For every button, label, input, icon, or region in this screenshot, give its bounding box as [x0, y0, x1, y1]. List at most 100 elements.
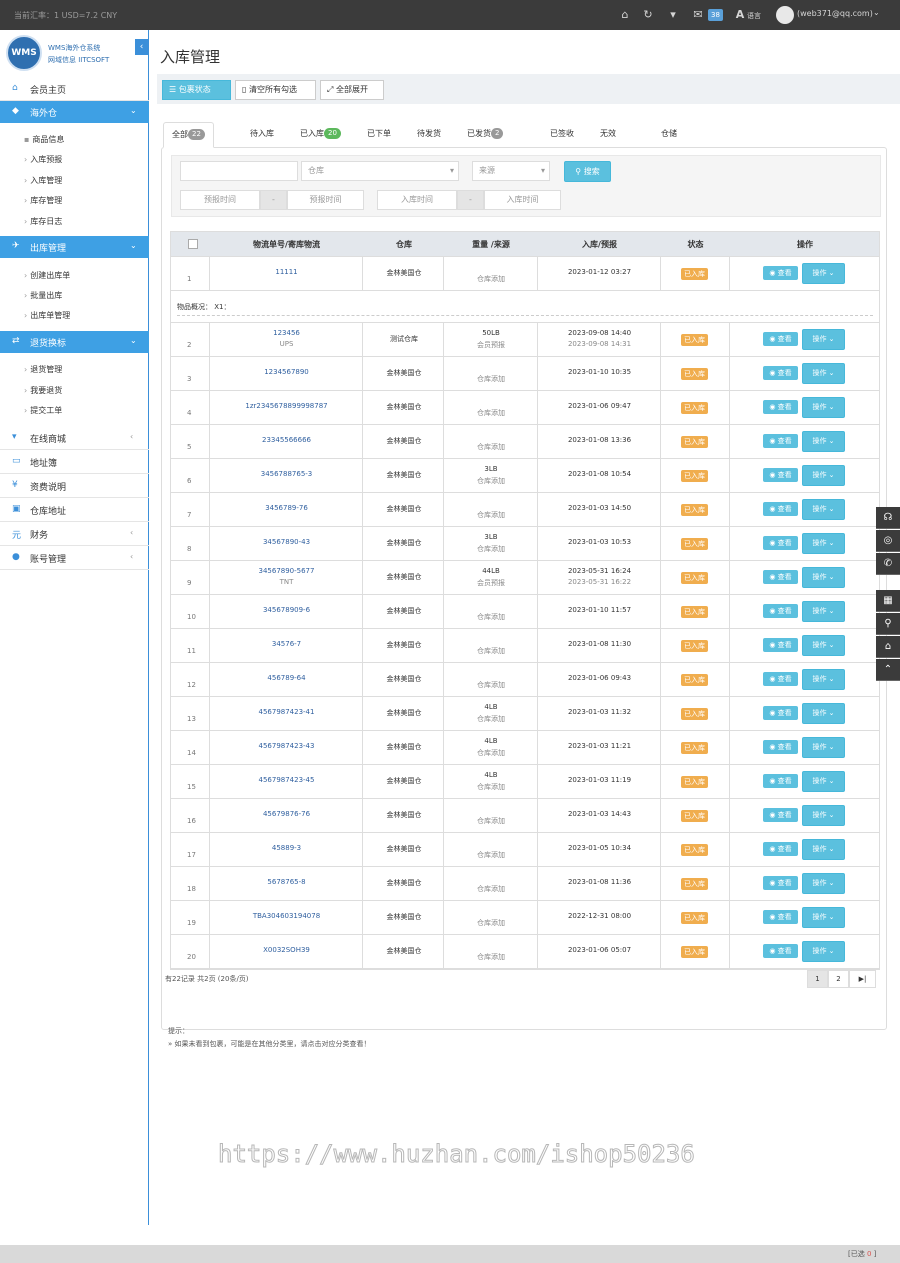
inbound-start-input[interactable]: 入库时间	[377, 190, 457, 210]
tracking-number-link[interactable]: 34567890-5677	[210, 567, 363, 575]
customer-service-icon[interactable]: ☊	[876, 507, 900, 529]
operation-dropdown-button[interactable]: 操作 ⌄	[802, 941, 845, 962]
inbound-end-input[interactable]: 入库时间	[484, 190, 561, 210]
tracking-number-link[interactable]: 3456788765-3	[210, 470, 363, 478]
operation-dropdown-button[interactable]: 操作 ⌄	[802, 907, 845, 928]
sidebar-item-stock-log[interactable]: › 库存日志	[24, 216, 62, 227]
view-button[interactable]: ◉ 查看	[763, 808, 798, 822]
view-button[interactable]: ◉ 查看	[763, 774, 798, 788]
tab-in-stock[interactable]: 已入库 20	[300, 128, 341, 139]
sidebar-section-overseas[interactable]: ◆ 海外仓 ⌄	[0, 101, 149, 123]
operation-dropdown-button[interactable]: 操作 ⌄	[802, 533, 845, 554]
view-button[interactable]: ◉ 查看	[763, 366, 798, 380]
table-row[interactable]: 13 4567987423-41 金林美国仓 4LB 仓库添加 2023-01-03 11…	[171, 697, 879, 731]
table-row[interactable]: 1 11111 金林美国仓 仓库添加 2023-01-12 03:27 已入库 ◉ 查看 操作…	[171, 257, 879, 291]
forecast-end-input[interactable]: 预报时间	[287, 190, 364, 210]
view-button[interactable]: ◉ 查看	[763, 740, 798, 754]
tab-shipped[interactable]: 已发货 2	[467, 128, 504, 139]
tracking-number-link[interactable]: 4567987423-45	[210, 776, 363, 784]
sidebar-item-online-mall[interactable]: ▾ 在线商城 ‹	[0, 426, 149, 450]
view-button[interactable]: ◉ 查看	[763, 266, 798, 280]
table-row[interactable]: 7 3456789-76 金林美国仓 仓库添加 2023-01-03 14:50 已入库 ◉…	[171, 493, 879, 527]
table-row[interactable]: 12 456789-64 金林美国仓 仓库添加 2023-01-06 09:43 已入库 ◉…	[171, 663, 879, 697]
sidebar-item-submit-ticket[interactable]: › 提交工单	[24, 405, 62, 416]
operation-dropdown-button[interactable]: 操作 ⌄	[802, 771, 845, 792]
sidebar-item-warehouse-address[interactable]: ▣ 仓库地址	[0, 498, 149, 522]
tab-pending-ship[interactable]: 待发货	[417, 128, 441, 139]
tracking-number-link[interactable]: 34567890-43	[210, 538, 363, 546]
tracking-number-link[interactable]: 5678765-8	[210, 878, 363, 886]
operation-dropdown-button[interactable]: 操作 ⌄	[802, 805, 845, 826]
expand-all-button[interactable]: ⤢ 全部展开	[320, 80, 384, 100]
tracking-number-link[interactable]: 4567987423-41	[210, 708, 363, 716]
tab-all[interactable]: 全部 22	[163, 122, 214, 148]
sidebar-item-stock-management[interactable]: › 库存管理	[24, 195, 62, 206]
select-all-checkbox[interactable]	[188, 239, 198, 249]
table-row[interactable]: 5 23345566666 金林美国仓 仓库添加 2023-01-08 13:36 已入库…	[171, 425, 879, 459]
table-row[interactable]: 9 34567890-5677 TNT 金林美国仓 44LB 会员预报 2023-05-31…	[171, 561, 879, 595]
warehouse-select[interactable]: 仓库 ▾	[301, 161, 459, 181]
operation-dropdown-button[interactable]: 操作 ⌄	[802, 431, 845, 452]
view-button[interactable]: ◉ 查看	[763, 434, 798, 448]
operation-dropdown-button[interactable]: 操作 ⌄	[802, 363, 845, 384]
view-button[interactable]: ◉ 查看	[763, 638, 798, 652]
source-select[interactable]: 来源 ▾	[472, 161, 550, 181]
language-label[interactable]: 语言	[747, 11, 761, 21]
tracking-number-link[interactable]: 23345566666	[210, 436, 363, 444]
sidebar-item-request-return[interactable]: › 我要退货	[24, 385, 62, 396]
table-row[interactable]: 18 5678765-8 金林美国仓 仓库添加 2023-01-08 11:36 已入库 ◉…	[171, 867, 879, 901]
view-button[interactable]: ◉ 查看	[763, 468, 798, 482]
view-button[interactable]: ◉ 查看	[763, 672, 798, 686]
cart-icon[interactable]: ▾	[666, 8, 680, 22]
sidebar-item-member-home[interactable]: ⌂ 会员主页	[0, 77, 149, 101]
view-button[interactable]: ◉ 查看	[763, 570, 798, 584]
sidebar-item-goods-info[interactable]: ▪ 商品信息	[24, 134, 64, 145]
tracking-number-link[interactable]: 1234567890	[210, 368, 363, 376]
tracking-number-link[interactable]: 456789-64	[210, 674, 363, 682]
forecast-start-input[interactable]: 预报时间	[180, 190, 260, 210]
table-row[interactable]: 19 TBA304603194078 金林美国仓 仓库添加 2022-12-31 08:…	[171, 901, 879, 935]
language-icon[interactable]: A	[733, 8, 747, 22]
operation-dropdown-button[interactable]: 操作 ⌄	[802, 263, 845, 284]
operation-dropdown-button[interactable]: 操作 ⌄	[802, 703, 845, 724]
tab-signed[interactable]: 已签收	[550, 128, 574, 139]
view-button[interactable]: ◉ 查看	[763, 604, 798, 618]
sidebar-item-inbound-forecast[interactable]: › 入库预报	[24, 154, 62, 165]
refresh-icon[interactable]: ↻	[641, 8, 655, 22]
view-button[interactable]: ◉ 查看	[763, 842, 798, 856]
phone-icon[interactable]: ✆	[876, 553, 900, 575]
calculator-icon[interactable]: ▦	[876, 590, 900, 612]
tracking-number-link[interactable]: 34576-7	[210, 640, 363, 648]
table-row[interactable]: 6 3456788765-3 金林美国仓 3LB 仓库添加 2023-01-08 10:5…	[171, 459, 879, 493]
operation-dropdown-button[interactable]: 操作 ⌄	[802, 737, 845, 758]
table-row[interactable]: 2 123456 UPS 测试仓库 50LB 会员预报 2023-09-08 14:40 20…	[171, 323, 879, 357]
table-row[interactable]: 20 X0032SOH39 金林美国仓 仓库添加 2023-01-06 05:07 已入库…	[171, 935, 879, 969]
tracking-number-link[interactable]: 45889-3	[210, 844, 363, 852]
home-icon[interactable]: ⌂	[618, 8, 632, 22]
operation-dropdown-button[interactable]: 操作 ⌄	[802, 465, 845, 486]
tab-invalid[interactable]: 无效	[600, 128, 616, 139]
table-row[interactable]: 17 45889-3 金林美国仓 仓库添加 2023-01-05 10:34 已入库 ◉ 查…	[171, 833, 879, 867]
sidebar-item-finance[interactable]: 元 财务 ‹	[0, 522, 149, 546]
table-row[interactable]: 14 4567987423-43 金林美国仓 4LB 仓库添加 2023-01-03 11…	[171, 731, 879, 765]
page-1-button[interactable]: 1	[807, 970, 828, 988]
wechat-icon[interactable]: ◎	[876, 530, 900, 552]
chevron-down-icon[interactable]: ⌄	[873, 8, 880, 17]
view-button[interactable]: ◉ 查看	[763, 502, 798, 516]
tracking-number-link[interactable]: 1zr2345678899998787	[210, 402, 363, 410]
operation-dropdown-button[interactable]: 操作 ⌄	[802, 601, 845, 622]
sidebar-item-address-book[interactable]: ▭ 地址簿	[0, 450, 149, 474]
table-row[interactable]: 4 1zr2345678899998787 金林美国仓 仓库添加 2023-01-06 …	[171, 391, 879, 425]
operation-dropdown-button[interactable]: 操作 ⌄	[802, 635, 845, 656]
view-button[interactable]: ◉ 查看	[763, 400, 798, 414]
tracking-number-link[interactable]: 3456789-76	[210, 504, 363, 512]
table-row[interactable]: 11 34576-7 金林美国仓 仓库添加 2023-01-08 11:30 已入库 ◉ 查…	[171, 629, 879, 663]
view-button[interactable]: ◉ 查看	[763, 944, 798, 958]
tab-pending-inbound[interactable]: 待入库	[250, 128, 274, 139]
operation-dropdown-button[interactable]: 操作 ⌄	[802, 397, 845, 418]
table-row[interactable]: 8 34567890-43 金林美国仓 3LB 仓库添加 2023-01-03 10:53…	[171, 527, 879, 561]
warehouse-icon[interactable]: ⌂	[876, 636, 900, 658]
sidebar-item-account[interactable]: ● 账号管理 ‹	[0, 546, 149, 570]
mail-icon[interactable]: ✉	[691, 8, 705, 22]
operation-dropdown-button[interactable]: 操作 ⌄	[802, 669, 845, 690]
